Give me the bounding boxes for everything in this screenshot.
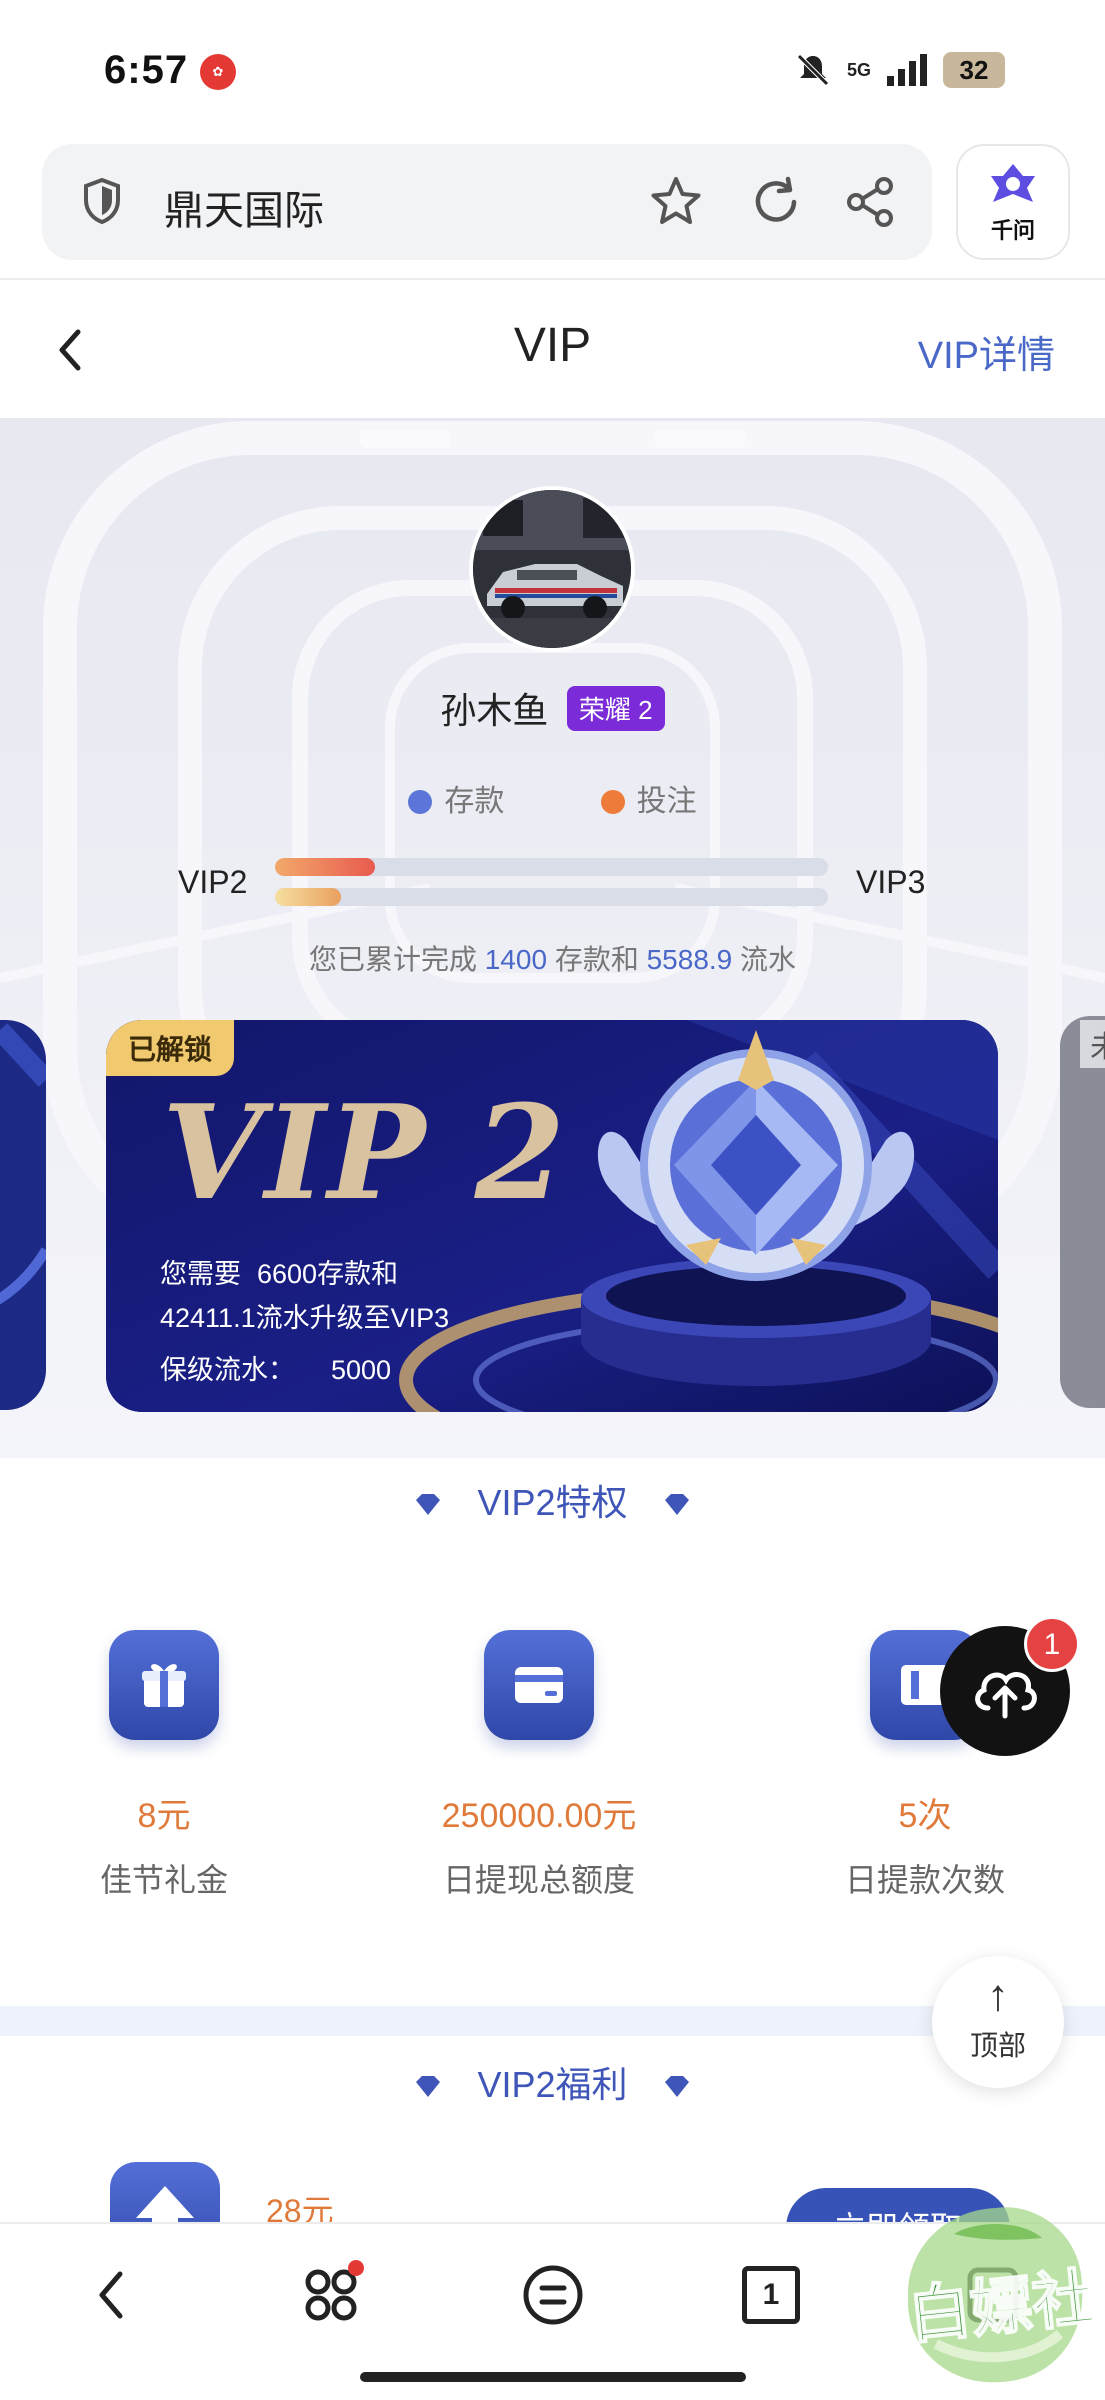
privileges-section: VIP2特权 8元 佳节礼金 250000.00元 日提现总额度 5次 日提款次… xyxy=(0,1458,1105,2006)
guarantee-flow-line: 保级流水： 5000 xyxy=(160,1348,391,1387)
nav-menu-icon[interactable] xyxy=(520,2260,586,2330)
privilege-label: 日提款次数 xyxy=(844,1862,1005,1898)
summary-deposit: 1400 xyxy=(484,944,548,975)
gift-icon xyxy=(109,1630,219,1740)
up-arrow-icon: ↑ xyxy=(987,1971,1009,2020)
vip-level-title: VIP 2 xyxy=(162,1076,568,1229)
bet-dot xyxy=(600,790,625,814)
summary-prefix: 您已累计完成 xyxy=(308,944,477,975)
vip-hero: 孙木鱼 荣耀 2 存款 投注 VIP2 VIP3 您已累计完成 1400 存款和… xyxy=(0,418,1105,1458)
assistant-label: 千问 xyxy=(990,218,1035,243)
privilege-item: 8元 佳节礼金 xyxy=(14,1630,314,1901)
browser-toolbar: 鼎天国际 千问 xyxy=(0,140,1105,280)
avatar[interactable] xyxy=(469,486,635,652)
signal-icon xyxy=(887,54,927,86)
car-avatar-image xyxy=(473,490,631,648)
notification-app-icon: ✿ xyxy=(200,54,236,90)
privilege-item: 250000.00元 日提现总额度 xyxy=(389,1630,689,1901)
honor-badge: 荣耀 2 xyxy=(566,685,665,731)
status-time: 6:57 xyxy=(104,48,189,92)
back-to-top-label: 顶部 xyxy=(969,2030,1026,2061)
summary-mid: 存款和 xyxy=(554,944,639,975)
username: 孙木鱼 xyxy=(440,690,549,731)
home-indicator xyxy=(360,2372,746,2382)
watermark-logo: 白嫖社 xyxy=(896,2194,1099,2394)
diamond-right-icon xyxy=(664,2076,689,2098)
site-title: 鼎天国际 xyxy=(164,189,324,233)
privilege-value: 250000.00元 xyxy=(441,1797,637,1835)
privilege-label: 日提现总额度 xyxy=(442,1862,635,1898)
back-to-top-button[interactable]: ↑ 顶部 xyxy=(932,1956,1064,2088)
upgrade-need-line1: 您需要 6600存款和 xyxy=(160,1252,398,1291)
welfare-title: VIP2福利 xyxy=(477,2064,628,2105)
progress-legend: 存款 投注 xyxy=(0,776,1105,820)
cloud-upload-icon xyxy=(975,1672,1037,1719)
next-vip-card[interactable]: 未 xyxy=(1060,1016,1105,1408)
privilege-label: 佳节礼金 xyxy=(99,1862,228,1898)
current-vip-level: VIP2 xyxy=(178,864,248,900)
privileges-title: VIP2特权 xyxy=(477,1482,628,1523)
prev-card-decoration xyxy=(0,1023,46,1305)
vip-level-card[interactable]: 已解锁 VIP 2 您需要 6600存款和 42411.1流水升级至VIP3 保级… xyxy=(106,1020,998,1412)
vip-detail-link[interactable]: VIP详情 xyxy=(918,324,1055,379)
need-deposit: 6600存款和 xyxy=(257,1259,399,1289)
battery-indicator: 32 xyxy=(943,52,1005,88)
diamond-right-icon xyxy=(664,1494,689,1516)
share-icon[interactable] xyxy=(842,174,898,230)
summary-suffix: 流水 xyxy=(740,944,797,975)
legend-deposit: 存款 xyxy=(408,785,504,818)
privilege-value: 8元 xyxy=(137,1797,191,1835)
reload-icon[interactable] xyxy=(748,174,804,230)
nav-back-icon[interactable] xyxy=(86,2260,136,2330)
nav-tabs-button[interactable]: 1 xyxy=(742,2266,800,2324)
shield-icon xyxy=(84,177,120,225)
need-prefix: 您需要 xyxy=(160,1259,241,1289)
status-bar: 6:57 ✿ 5G 32 xyxy=(0,0,1105,140)
legend-bet: 投注 xyxy=(600,785,697,818)
bet-progress-fill xyxy=(275,888,342,906)
deposit-progress-fill xyxy=(275,858,375,876)
bet-progress-bar xyxy=(275,888,828,906)
system-icons: 5G 32 xyxy=(793,50,1005,90)
legend-bet-label: 投注 xyxy=(636,785,697,818)
privilege-value: 5次 xyxy=(898,1797,952,1835)
upgrade-need-line2: 42411.1流水升级至VIP3 xyxy=(160,1303,450,1333)
progress-summary: 您已累计完成 1400 存款和 5588.9 流水 xyxy=(0,938,1105,978)
upload-count-badge: 1 xyxy=(1024,1616,1080,1672)
deposit-dot xyxy=(408,790,433,814)
username-row: 孙木鱼 荣耀 2 xyxy=(0,682,1105,734)
network-type: 5G xyxy=(846,60,871,80)
privileges-title-row: VIP2特权 xyxy=(0,1474,1105,1526)
diamond-left-icon xyxy=(416,1494,441,1516)
bookmark-star-icon[interactable] xyxy=(648,174,704,230)
mute-bell-icon xyxy=(797,54,829,86)
guarantee-label: 保级流水： xyxy=(160,1355,295,1385)
next-vip-level: VIP3 xyxy=(856,864,926,900)
card-icon xyxy=(484,1630,594,1740)
summary-flow: 5588.9 xyxy=(646,944,733,975)
next-card-tag: 未 xyxy=(1080,1020,1105,1068)
diamond-left-icon xyxy=(416,2076,441,2098)
nav-apps-dot xyxy=(348,2260,364,2276)
legend-deposit-label: 存款 xyxy=(444,785,505,818)
page-header: VIP VIP详情 xyxy=(0,282,1105,418)
guarantee-value: 5000 xyxy=(331,1355,392,1385)
vip-emblem-icon xyxy=(581,1030,931,1386)
unlock-tag: 已解锁 xyxy=(106,1020,235,1076)
deposit-progress-bar xyxy=(275,858,828,876)
prev-vip-card[interactable] xyxy=(0,1020,46,1410)
assistant-button[interactable]: 千问 xyxy=(956,144,1070,260)
address-bar[interactable]: 鼎天国际 xyxy=(42,144,932,260)
assistant-logo-icon xyxy=(991,164,1035,202)
